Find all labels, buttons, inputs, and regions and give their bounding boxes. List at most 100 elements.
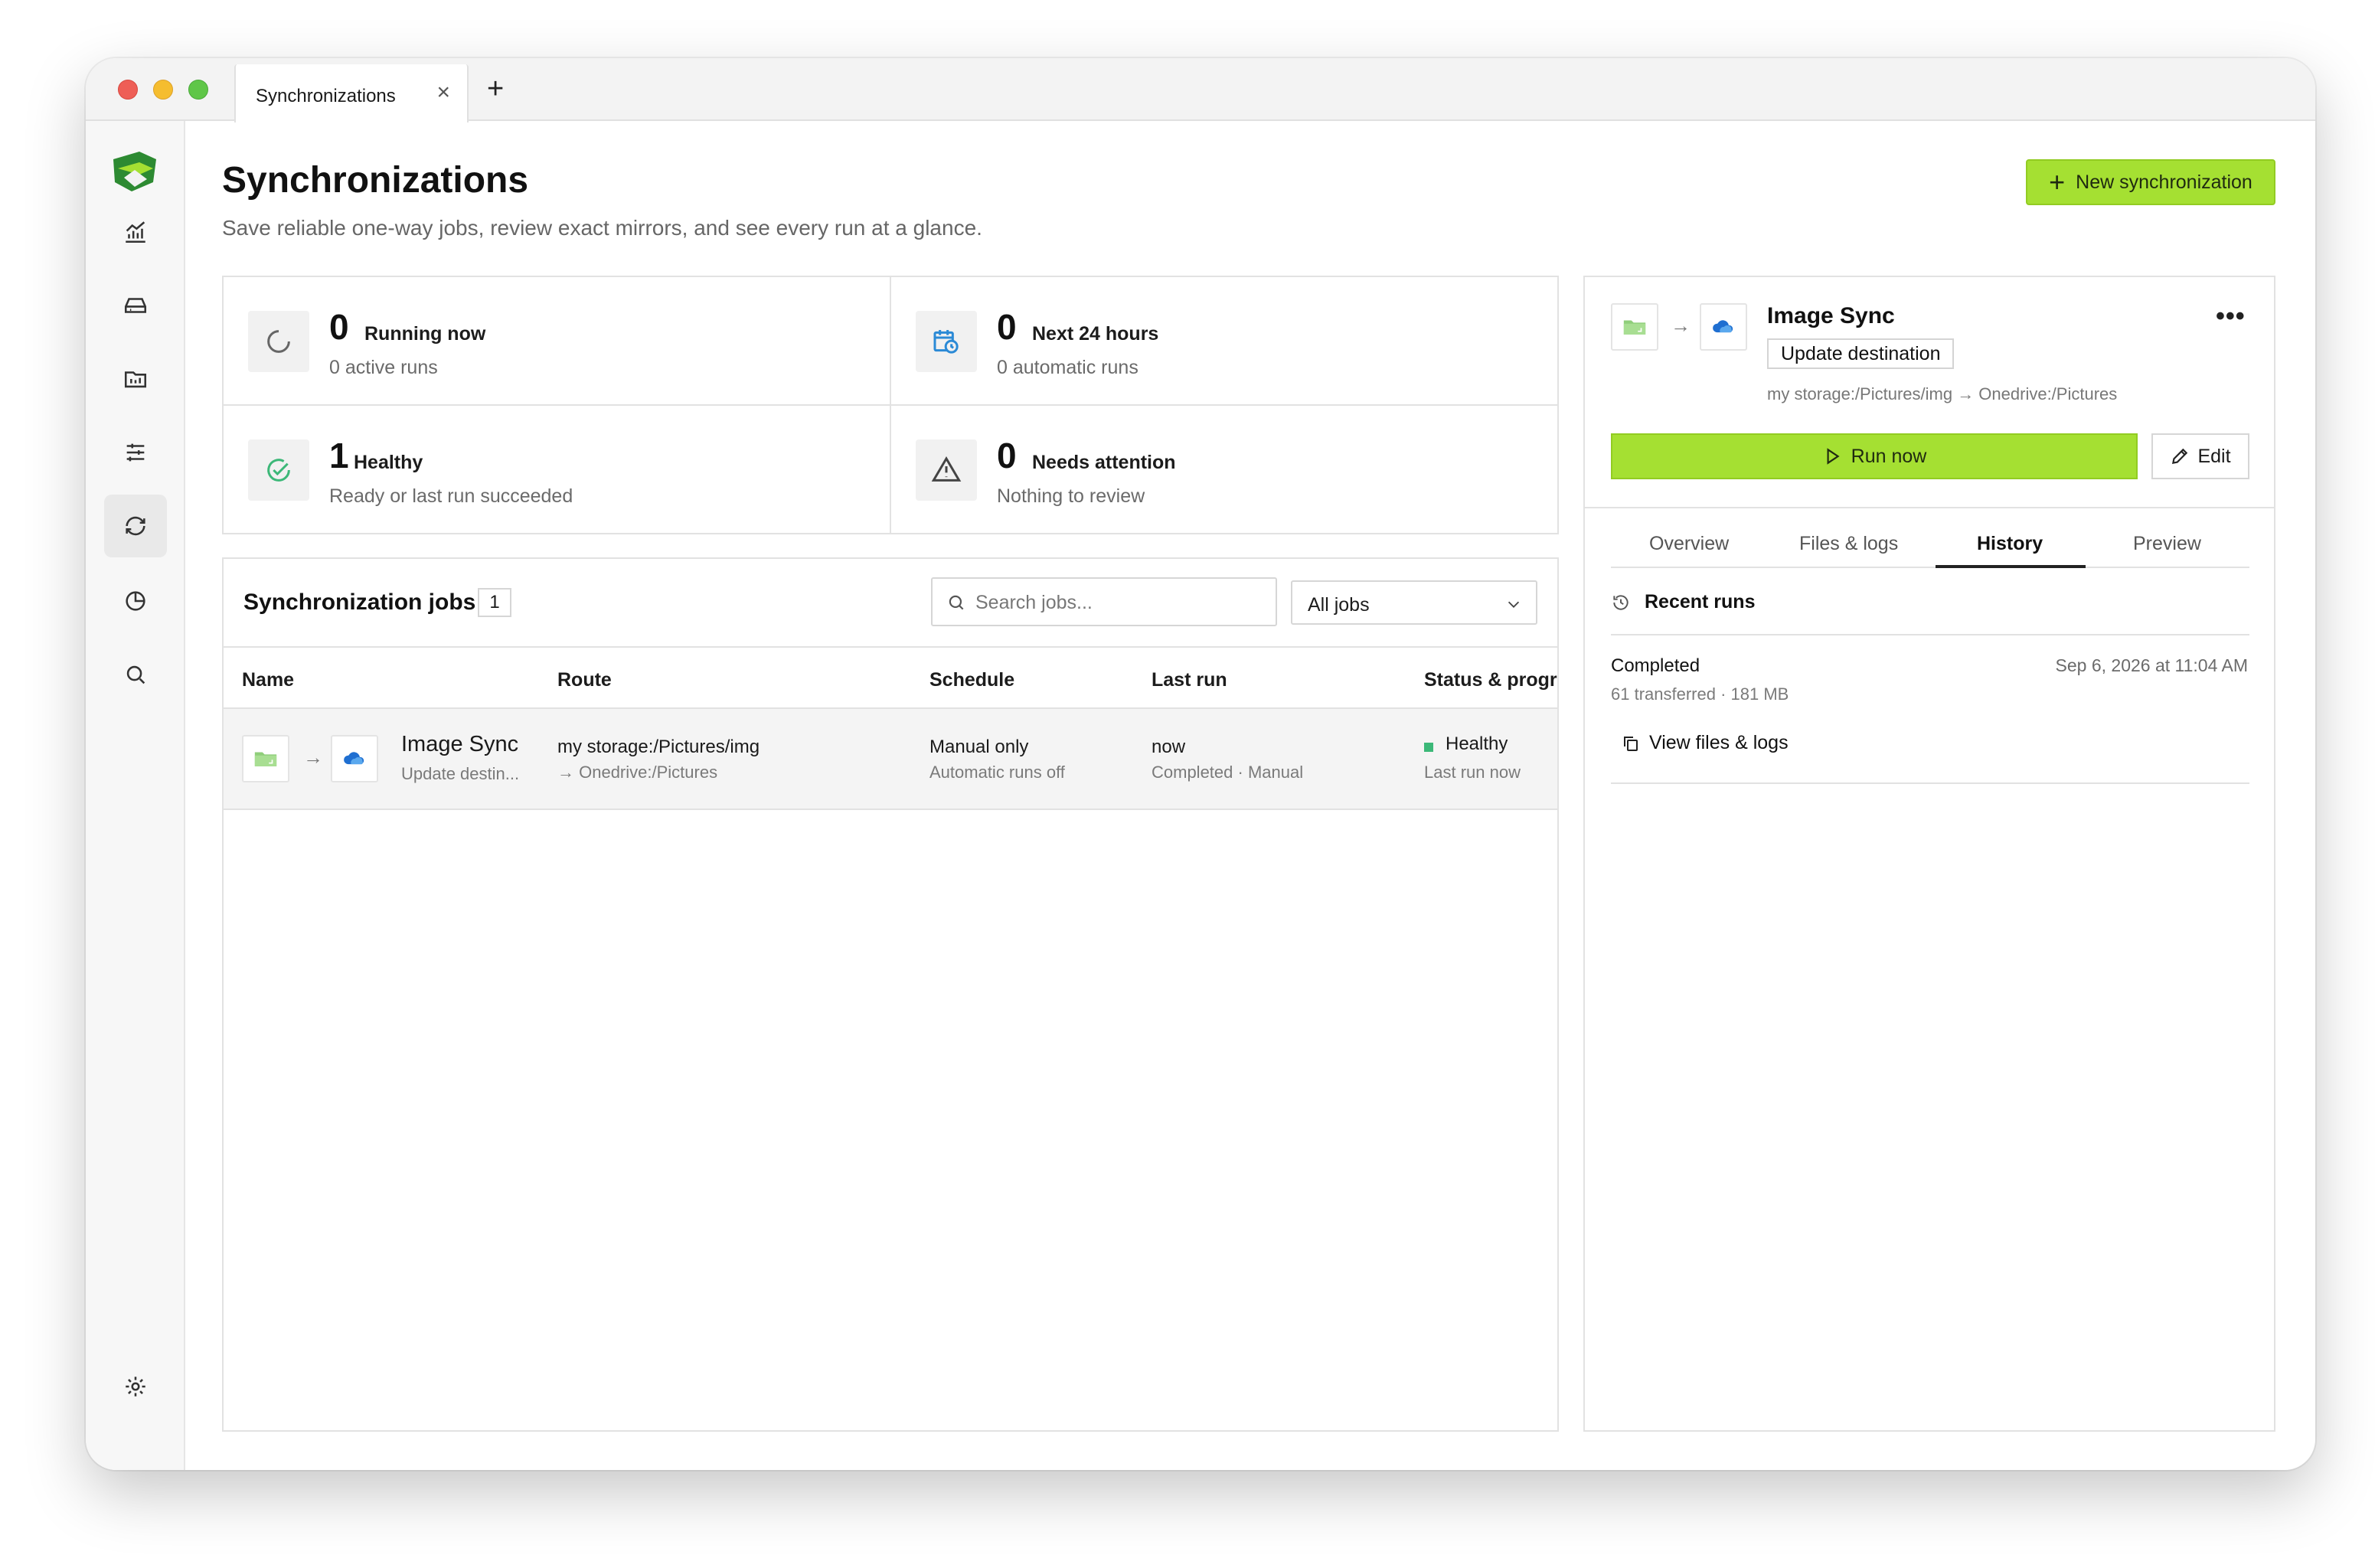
search-icon <box>126 665 145 684</box>
stat-running: 0 Running now 0 active runs <box>224 277 891 406</box>
edit-button[interactable]: Edit <box>2151 433 2249 479</box>
divider <box>1611 782 2249 784</box>
jobs-filter-select[interactable]: All jobs <box>1291 580 1537 625</box>
run-now-button[interactable]: Run now <box>1611 433 2138 479</box>
nav-search[interactable] <box>104 643 167 706</box>
route-arrow-icon: → <box>1671 314 1691 337</box>
nav-filters[interactable] <box>104 421 167 484</box>
tab-synchronizations[interactable]: Synchronizations × <box>234 64 469 122</box>
run-now-label: Run now <box>1851 445 1927 467</box>
stat-healthy-sub: Ready or last run succeeded <box>329 485 573 507</box>
local-folder-icon <box>1611 303 1658 351</box>
nav-files[interactable] <box>104 348 167 410</box>
zoom-window-button[interactable] <box>188 80 208 100</box>
column-name[interactable]: Name <box>242 669 294 691</box>
check-circle-icon <box>248 439 309 501</box>
close-window-button[interactable] <box>118 80 138 100</box>
onedrive-icon <box>331 735 378 782</box>
detail-title: Image Sync <box>1767 303 1895 328</box>
edit-label: Edit <box>2197 445 2231 467</box>
row-schedule-sub: Automatic runs off <box>929 763 1065 782</box>
row-route-sub: → Onedrive:/Pictures <box>557 763 718 782</box>
stat-attention-value: 0 <box>997 436 1017 475</box>
app-logo-icon <box>113 152 156 191</box>
stat-healthy-value: 1 <box>329 436 349 475</box>
table-header: Name Route Schedule Last run Status & pr… <box>224 648 1557 709</box>
copy-icon <box>1624 736 1638 751</box>
active-tab-indicator <box>1936 565 2086 568</box>
search-icon <box>949 595 964 610</box>
search-jobs-field[interactable] <box>931 577 1277 626</box>
route-arrow-icon: → <box>303 746 323 769</box>
sliders-icon <box>126 443 145 462</box>
jobs-filter-value: All jobs <box>1308 594 1370 616</box>
pie-chart-icon <box>126 591 145 611</box>
stat-attention-label: Needs attention <box>1032 452 1176 473</box>
stat-running-value: 0 <box>329 307 349 347</box>
view-files-logs-label: View files & logs <box>1649 732 1789 753</box>
jobs-count-badge: 1 <box>478 588 511 617</box>
nav-synchronizations[interactable] <box>104 495 167 557</box>
page-subtitle: Save reliable one-way jobs, review exact… <box>222 216 982 240</box>
new-tab-button[interactable]: + <box>487 74 504 103</box>
status-indicator <box>1424 743 1433 752</box>
stat-next-24-sub: 0 automatic runs <box>997 357 1138 378</box>
run-status: Completed <box>1611 655 1700 676</box>
stat-healthy: 1 Healthy Ready or last run succeeded <box>224 406 891 534</box>
stat-running-sub: 0 active runs <box>329 357 438 378</box>
column-route[interactable]: Route <box>557 669 612 691</box>
tab-preview[interactable]: Preview <box>2133 533 2201 555</box>
title-bar: Synchronizations × + <box>86 58 2315 122</box>
warning-icon <box>916 439 977 501</box>
detail-mode-badge: Update destination <box>1767 338 1955 369</box>
stat-attention-sub: Nothing to review <box>997 485 1145 507</box>
stat-next-24-value: 0 <box>997 307 1017 347</box>
row-status-main: Healthy <box>1446 733 1508 754</box>
column-last-run[interactable]: Last run <box>1152 669 1227 691</box>
minimize-window-button[interactable] <box>153 80 173 100</box>
row-job-subtitle: Update destin... <box>401 764 520 783</box>
new-synchronization-label: New synchronization <box>2076 171 2252 193</box>
stat-healthy-label: Healthy <box>354 452 423 473</box>
tab-history[interactable]: History <box>1977 533 2043 555</box>
calendar-clock-icon <box>916 311 977 372</box>
nav-reports[interactable] <box>104 570 167 632</box>
new-synchronization-button[interactable]: + New synchronization <box>2026 159 2275 205</box>
stat-next-24: 0 Next 24 hours 0 automatic runs <box>891 277 1559 406</box>
column-schedule[interactable]: Schedule <box>929 669 1014 691</box>
chart-icon <box>126 221 145 243</box>
tab-close-icon[interactable]: × <box>436 81 450 104</box>
history-icon <box>1613 594 1629 610</box>
tab-overview[interactable]: Overview <box>1649 533 1729 555</box>
nav-analytics[interactable] <box>104 201 167 263</box>
play-icon <box>1827 448 1840 465</box>
recent-runs-title: Recent runs <box>1645 591 1756 612</box>
tab-files-logs[interactable]: Files & logs <box>1799 533 1898 555</box>
settings-icon <box>126 1377 145 1396</box>
jobs-panel: Synchronization jobs 1 All jobs Name Rou… <box>222 557 1559 1432</box>
stat-attention: 0 Needs attention Nothing to review <box>891 406 1559 534</box>
stats-panel: 0 Running now 0 active runs 0 Next 24 ho… <box>222 276 1559 534</box>
local-folder-icon <box>242 735 289 782</box>
view-files-logs-link[interactable]: View files & logs <box>1622 732 1789 754</box>
run-meta: 61 transferred · 181 MB <box>1611 684 1789 704</box>
sync-icon <box>126 516 145 536</box>
more-options-icon[interactable]: ••• <box>2216 302 2246 332</box>
run-date: Sep 6, 2026 at 11:04 AM <box>2055 655 2248 675</box>
table-row[interactable]: → Image Sync Update destin... my storage… <box>224 709 1557 810</box>
sidebar <box>86 121 185 1470</box>
folder-icon <box>124 371 147 388</box>
nav-drives[interactable] <box>104 274 167 337</box>
row-route-main: my storage:/Pictures/img <box>557 737 760 757</box>
page-title: Synchronizations <box>222 160 529 201</box>
stat-next-24-label: Next 24 hours <box>1032 323 1159 345</box>
detail-panel: → Image Sync Update destination my stora… <box>1583 276 2275 1432</box>
plus-icon: + <box>2049 166 2066 198</box>
search-jobs-input[interactable] <box>975 588 1266 617</box>
row-job-name[interactable]: Image Sync <box>401 732 518 757</box>
divider <box>1585 507 2274 508</box>
detail-route: my storage:/Pictures/img → Onedrive:/Pic… <box>1767 384 2118 403</box>
nav-settings[interactable] <box>104 1355 167 1418</box>
column-status[interactable]: Status & progre <box>1424 669 1557 691</box>
stat-running-label: Running now <box>364 323 486 345</box>
